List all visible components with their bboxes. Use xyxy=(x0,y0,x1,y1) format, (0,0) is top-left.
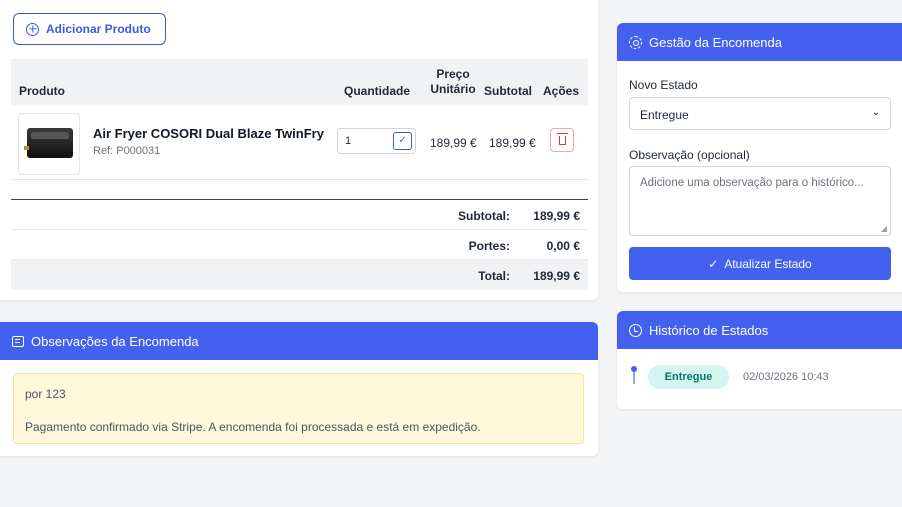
row-subtotal: 189,99 € xyxy=(489,136,536,150)
subtotal-value: 189,99 € xyxy=(533,209,580,223)
order-notes-title: Observações da Encomenda xyxy=(31,333,199,349)
note-line: Pagamento confirmado via Stripe. A encom… xyxy=(25,420,481,434)
status-select[interactable]: Entregue ⌄ xyxy=(629,97,891,130)
message-icon xyxy=(12,335,24,347)
update-status-button[interactable]: ✓ Atualizar Estado xyxy=(629,247,891,280)
confirm-quantity-button[interactable]: ✓ xyxy=(393,132,412,150)
check-icon: ✓ xyxy=(398,135,407,146)
notes-box: por 123 Pagamento confirmado via Stripe.… xyxy=(13,373,584,444)
portes-row: Portes: 0,00 € xyxy=(11,230,588,260)
gear-icon xyxy=(629,35,642,49)
timeline-line xyxy=(633,372,635,384)
history-timestamp: 02/03/2026 10:43 xyxy=(743,371,829,383)
plus-circle-icon xyxy=(26,22,39,36)
order-notes-header: Observações da Encomenda xyxy=(0,322,598,360)
column-header-produto: Produto xyxy=(19,84,65,98)
product-name: Air Fryer COSORI Dual Blaze TwinFry xyxy=(93,126,324,141)
portes-value: 0,00 € xyxy=(546,239,580,253)
status-select-value: Entregue xyxy=(640,108,689,122)
add-product-label: Adicionar Produto xyxy=(46,22,151,36)
note-line: por 123 xyxy=(25,387,66,401)
table-row: Air Fryer COSORI Dual Blaze TwinFry Ref:… xyxy=(11,105,588,180)
product-ref: Ref: P000031 xyxy=(93,145,161,157)
add-product-button[interactable]: Adicionar Produto xyxy=(13,13,166,45)
trash-icon xyxy=(557,133,568,145)
order-management-card: Gestão da Encomenda Novo Estado Entregue… xyxy=(617,23,902,292)
resize-handle-icon[interactable]: ◢ xyxy=(881,224,887,233)
observation-textarea[interactable]: Adicione uma observação para o histórico… xyxy=(629,166,891,236)
new-status-label: Novo Estado xyxy=(629,78,698,92)
column-header-acoes: Ações xyxy=(543,84,580,98)
update-status-label: Atualizar Estado xyxy=(724,256,812,271)
subtotal-label: Subtotal: xyxy=(458,209,510,223)
unit-price: 189,99 € xyxy=(430,136,477,150)
quantity-value: 1 xyxy=(345,135,352,147)
quantity-input[interactable]: 1 ✓ xyxy=(337,128,416,154)
order-management-header: Gestão da Encomenda xyxy=(617,23,902,61)
chevron-down-icon: ⌄ xyxy=(871,107,880,118)
products-table-header: Produto Quantidade Preço Unitário Subtot… xyxy=(11,59,588,105)
order-notes-card: Observações da Encomenda por 123 Pagamen… xyxy=(0,322,598,456)
order-management-title: Gestão da Encomenda xyxy=(649,34,782,50)
status-badge: Entregue xyxy=(648,365,729,389)
clock-icon xyxy=(629,323,642,337)
delete-product-button[interactable] xyxy=(550,128,574,152)
status-history-title: Histórico de Estados xyxy=(649,322,769,338)
observation-placeholder: Adicione uma observação para o histórico… xyxy=(640,177,864,189)
product-image xyxy=(18,113,80,175)
status-history-header: Histórico de Estados xyxy=(617,311,902,349)
check-icon: ✓ xyxy=(708,256,719,271)
subtotal-row: Subtotal: 189,99 € xyxy=(11,200,588,230)
status-history-card: Histórico de Estados Entregue 02/03/2026… xyxy=(617,311,902,409)
column-header-quantidade: Quantidade xyxy=(344,84,411,98)
products-card: Adicionar Produto Produto Quantidade Pre… xyxy=(0,0,598,300)
portes-label: Portes: xyxy=(468,239,510,253)
observation-label: Observação (opcional) xyxy=(629,148,750,162)
total-label: Total: xyxy=(478,269,510,283)
column-header-preco: Preço Unitário xyxy=(430,67,476,96)
total-row: Total: 189,99 € xyxy=(11,260,588,290)
total-value: 189,99 € xyxy=(533,269,580,283)
column-header-subtotal: Subtotal xyxy=(484,84,532,98)
